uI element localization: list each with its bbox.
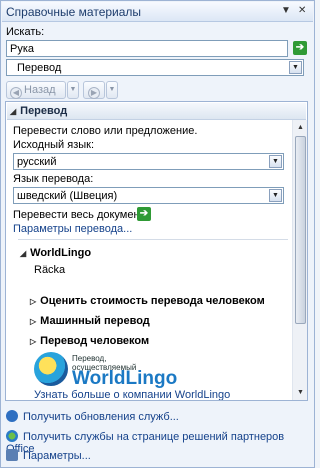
section-title: Перевод	[20, 105, 68, 117]
worldlingo-logo-icon	[34, 352, 68, 386]
back-label: Назад	[24, 84, 56, 96]
item-human-estimate[interactable]: ▷ Оценить стоимость перевода человеком	[30, 295, 265, 307]
source-language-label: Исходный язык:	[13, 139, 95, 151]
scroll-down-icon[interactable]: ▼	[294, 386, 307, 399]
item-human-estimate-label: Оценить стоимость перевода человеком	[40, 295, 265, 307]
chevron-down-icon: ▼	[269, 189, 282, 202]
results-scrollbar[interactable]: ▲ ▼	[292, 120, 307, 400]
provider-title-text: WorldLingo	[30, 247, 92, 259]
expand-triangle-icon: ▷	[30, 297, 37, 306]
options-label: Параметры...	[23, 450, 91, 462]
item-human-translation[interactable]: ▷ Перевод человеком	[30, 335, 149, 347]
about-worldlingo-link[interactable]: Узнать больше о компании WorldLingo	[34, 389, 230, 400]
chevron-down-icon: ▼	[269, 155, 282, 168]
divider	[18, 239, 288, 240]
settings-icon	[6, 449, 18, 461]
scrollbar-thumb[interactable]	[295, 136, 306, 324]
get-updates-link[interactable]: Получить обновления служб...	[6, 410, 179, 423]
results-panel: ◢ Перевод Перевести слово или предложение…	[5, 101, 308, 401]
pane-menu-icon[interactable]: ▼	[281, 5, 291, 16]
scroll-up-icon[interactable]: ▲	[294, 121, 307, 134]
item-machine-translation[interactable]: ▷ Машинный перевод	[30, 315, 150, 327]
worldlingo-logo-text: WorldLingo	[72, 368, 178, 389]
source-language-value: русский	[17, 156, 57, 168]
search-input[interactable]: Рука	[6, 40, 288, 57]
chevron-down-icon: ▼	[289, 61, 302, 74]
item-machine-translation-label: Машинный перевод	[40, 315, 150, 327]
back-history-dropdown[interactable]: ▼	[67, 81, 79, 99]
options-link[interactable]: Параметры...	[6, 449, 91, 462]
forward-history-dropdown[interactable]: ▼	[106, 81, 118, 99]
collapse-triangle-icon: ◢	[20, 249, 27, 258]
back-button[interactable]: ◀ Назад	[6, 81, 66, 99]
globe-icon	[6, 430, 18, 442]
pane-title: Справочные материалы	[6, 5, 142, 19]
translation-result: Räcka	[34, 264, 66, 276]
provider-title[interactable]: ◢ WorldLingo	[20, 247, 91, 259]
service-select[interactable]: Перевод ▼	[6, 59, 304, 76]
pane-titlebar: Справочные материалы ▼ ✕	[2, 2, 313, 22]
forward-button[interactable]: ▶	[83, 81, 105, 99]
translate-document-go-button[interactable]: ➔	[137, 207, 151, 221]
back-arrow-icon: ◀	[10, 87, 22, 99]
forward-arrow-icon: ▶	[88, 87, 100, 99]
close-icon[interactable]: ✕	[298, 5, 306, 16]
research-pane: Справочные материалы ▼ ✕ Искать: Рука ➔ …	[0, 0, 315, 468]
target-language-label: Язык перевода:	[13, 173, 94, 185]
translate-document-label: Перевести весь документ	[13, 209, 145, 221]
get-updates-label: Получить обновления служб...	[23, 411, 179, 423]
expand-triangle-icon: ▷	[30, 317, 37, 326]
item-human-translation-label: Перевод человеком	[40, 335, 150, 347]
logo-caption-line-1: Перевод,	[72, 354, 107, 363]
info-icon	[6, 410, 18, 422]
search-go-button[interactable]: ➔	[293, 41, 307, 55]
search-label: Искать:	[6, 26, 45, 38]
expand-triangle-icon: ▷	[30, 337, 37, 346]
target-language-value: шведский (Швеция)	[17, 190, 118, 202]
service-select-value: Перевод	[17, 62, 62, 74]
collapse-triangle-icon: ◢	[10, 107, 17, 116]
translation-options-link[interactable]: Параметры перевода...	[13, 223, 132, 235]
source-language-select[interactable]: русский ▼	[13, 153, 284, 170]
target-language-select[interactable]: шведский (Швеция) ▼	[13, 187, 284, 204]
section-header[interactable]: ◢ Перевод	[7, 103, 306, 120]
intro-text: Перевести слово или предложение.	[13, 125, 198, 137]
